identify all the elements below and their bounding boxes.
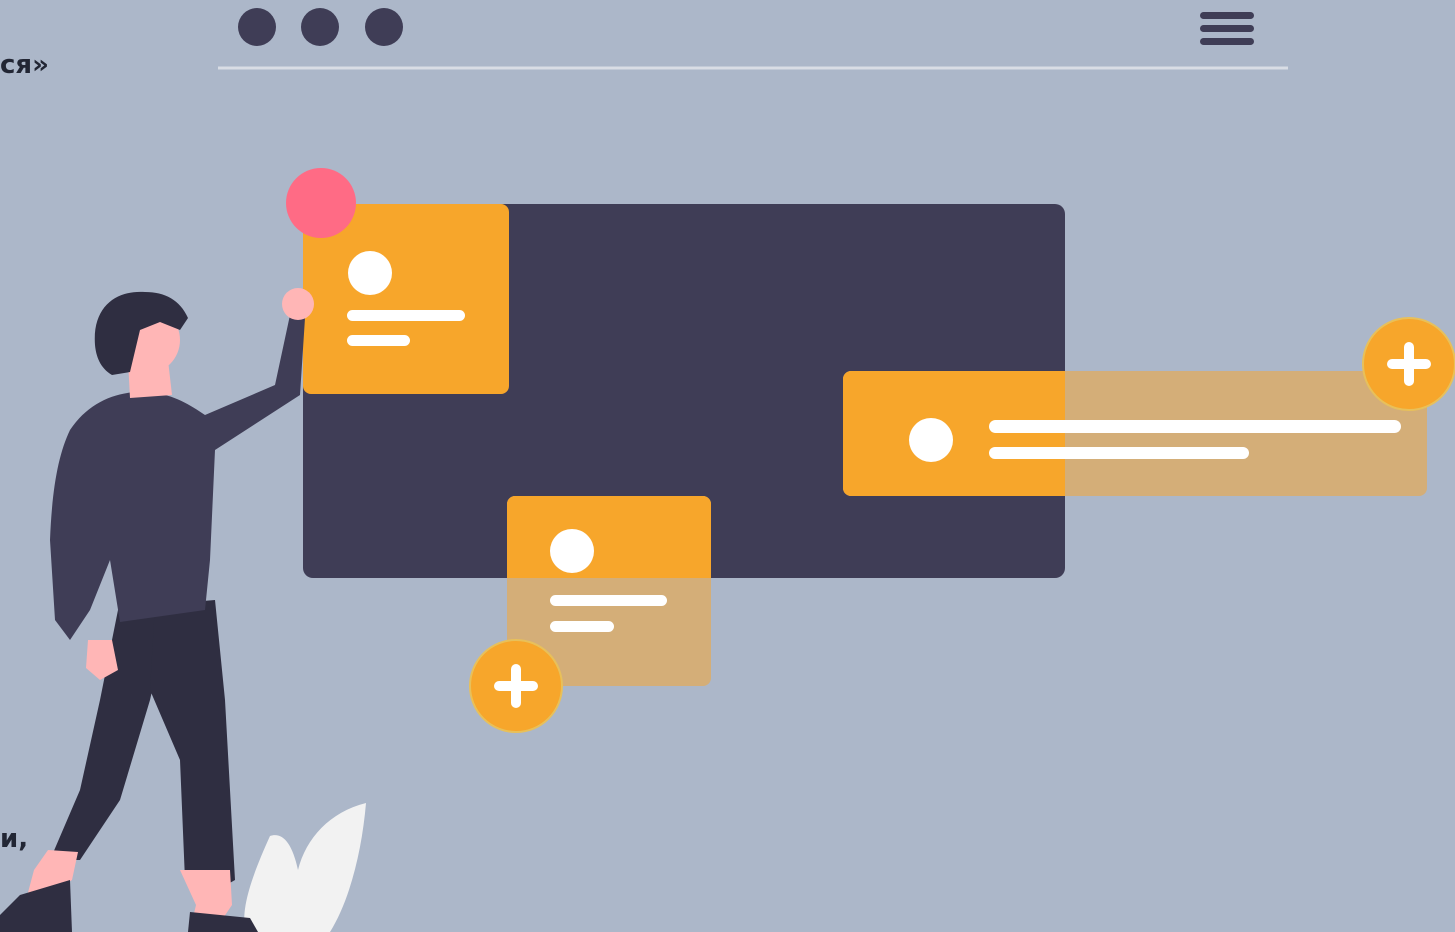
window-controls-dots bbox=[238, 8, 403, 46]
add-card-button-bottom[interactable] bbox=[469, 639, 563, 733]
text-line bbox=[347, 310, 465, 321]
avatar-icon bbox=[550, 529, 594, 573]
person-illustration bbox=[0, 288, 314, 932]
text-line bbox=[550, 621, 614, 632]
add-card-button-right[interactable] bbox=[1362, 317, 1455, 411]
leaf-decoration bbox=[244, 803, 366, 932]
text-line bbox=[989, 447, 1249, 459]
avatar-icon bbox=[909, 418, 953, 462]
notification-dot bbox=[286, 168, 356, 238]
card-right[interactable] bbox=[843, 371, 1427, 496]
illustration bbox=[0, 8, 1455, 932]
text-line bbox=[550, 595, 667, 606]
avatar-icon bbox=[348, 251, 392, 295]
text-line bbox=[989, 420, 1401, 433]
hamburger-menu-icon[interactable] bbox=[1200, 12, 1254, 45]
text-line bbox=[347, 335, 410, 346]
